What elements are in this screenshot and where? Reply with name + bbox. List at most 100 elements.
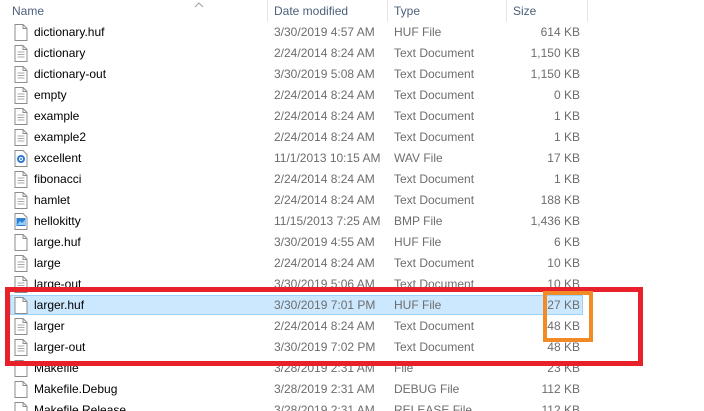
- file-list: dictionary.huf 3/30/2019 4:57 AM HUF File 6…: [0, 22, 704, 411]
- file-size: 10 KB: [547, 277, 580, 291]
- file-date-modified: 2/24/2014 8:24 AM: [274, 46, 375, 60]
- file-type: File: [394, 361, 414, 375]
- file-date-modified: 3/28/2019 2:31 AM: [274, 403, 375, 411]
- file-row[interactable]: dictionary.huf 3/30/2019 4:57 AM HUF File 6…: [0, 22, 704, 43]
- file-name[interactable]: large.huf: [34, 232, 81, 253]
- file-name[interactable]: hamlet: [34, 190, 70, 211]
- file-name[interactable]: fibonacci: [34, 169, 81, 190]
- file-row[interactable]: dictionary 2/24/2014 8:24 AM Text Document…: [0, 43, 704, 64]
- column-header-name[interactable]: Name: [12, 0, 44, 22]
- file-row[interactable]: hellokitty 11/15/2013 7:25 AM BMP File 1,43…: [0, 211, 704, 232]
- column-divider[interactable]: [587, 0, 588, 22]
- file-name[interactable]: dictionary-out: [34, 64, 106, 85]
- sort-ascending-icon: [194, 2, 204, 8]
- file-type: BMP File: [394, 214, 443, 228]
- file-row[interactable]: large 2/24/2014 8:24 AM Text Document 10 KB: [0, 253, 704, 274]
- file-name[interactable]: larger: [34, 316, 65, 337]
- column-header-date-modified[interactable]: Date modified: [274, 0, 348, 22]
- file-row[interactable]: large.huf 3/30/2019 4:55 AM HUF File 6 KB: [0, 232, 704, 253]
- file-row[interactable]: larger-out 3/30/2019 7:02 PM Text Document…: [0, 337, 704, 358]
- file-row[interactable]: larger 2/24/2014 8:24 AM Text Document 48 K…: [0, 316, 704, 337]
- file-name[interactable]: hellokitty: [34, 211, 81, 232]
- column-header-type[interactable]: Type: [394, 0, 420, 22]
- text-document-icon: [14, 66, 28, 83]
- file-type: Text Document: [394, 130, 475, 144]
- file-date-modified: 3/30/2019 7:02 PM: [274, 340, 376, 354]
- file-name[interactable]: empty: [34, 85, 67, 106]
- file-row[interactable]: example2 2/24/2014 8:24 AM Text Document 1 …: [0, 127, 704, 148]
- file-size: 10 KB: [547, 256, 580, 270]
- file-size: 1,150 KB: [530, 46, 580, 60]
- file-date-modified: 2/24/2014 8:24 AM: [274, 319, 375, 333]
- text-document-icon: [14, 318, 28, 335]
- file-row[interactable]: fibonacci 2/24/2014 8:24 AM Text Document 1…: [0, 169, 704, 190]
- column-header-size[interactable]: Size: [513, 0, 536, 22]
- file-size: 188 KB: [540, 193, 580, 207]
- file-type: WAV File: [394, 151, 443, 165]
- file-size: 17 KB: [547, 151, 580, 165]
- file-date-modified: 11/1/2013 10:15 AM: [274, 151, 381, 165]
- file-row[interactable]: Makefile 3/28/2019 2:31 AM File 23 KB: [0, 358, 704, 379]
- file-date-modified: 3/28/2019 2:31 AM: [274, 361, 375, 375]
- file-row[interactable]: excellent 11/1/2013 10:15 AM WAV File 17 KB: [0, 148, 704, 169]
- text-document-icon: [14, 87, 28, 104]
- file-date-modified: 2/24/2014 8:24 AM: [274, 130, 375, 144]
- file-size: 1 KB: [553, 172, 580, 186]
- image-file-icon: [14, 213, 28, 230]
- file-name[interactable]: example: [34, 106, 79, 127]
- file-date-modified: 2/24/2014 8:24 AM: [274, 256, 375, 270]
- column-header-bar: Name Date modified Type Size: [0, 0, 704, 22]
- file-type: Text Document: [394, 256, 475, 270]
- file-date-modified: 3/30/2019 7:01 PM: [274, 298, 376, 312]
- file-name[interactable]: dictionary.huf: [34, 22, 104, 43]
- file-size: 48 KB: [547, 319, 580, 333]
- file-row[interactable]: Makefile.Release 3/28/2019 2:31 AM RELEASE…: [0, 400, 704, 411]
- file-name[interactable]: Makefile.Release: [34, 400, 126, 411]
- file-type: Text Document: [394, 193, 475, 207]
- file-name[interactable]: large: [34, 253, 61, 274]
- text-document-icon: [14, 108, 28, 125]
- file-type: Text Document: [394, 88, 475, 102]
- file-type: HUF File: [394, 235, 442, 249]
- column-divider[interactable]: [506, 0, 507, 22]
- file-size: 1,150 KB: [530, 67, 580, 81]
- file-row[interactable]: hamlet 2/24/2014 8:24 AM Text Document 188 …: [0, 190, 704, 211]
- text-document-icon: [14, 192, 28, 209]
- file-type: Text Document: [394, 46, 475, 60]
- file-name[interactable]: larger.huf: [34, 295, 84, 316]
- file-name[interactable]: example2: [34, 127, 86, 148]
- file-date-modified: 2/24/2014 8:24 AM: [274, 172, 375, 186]
- file-name[interactable]: larger-out: [34, 337, 85, 358]
- text-document-icon: [14, 339, 28, 356]
- file-name[interactable]: Makefile.Debug: [34, 379, 117, 400]
- text-document-icon: [14, 276, 28, 293]
- file-size: 112 KB: [541, 403, 580, 411]
- text-document-icon: [14, 45, 28, 62]
- file-date-modified: 2/24/2014 8:24 AM: [274, 88, 375, 102]
- column-divider[interactable]: [267, 0, 268, 22]
- file-row[interactable]: empty 2/24/2014 8:24 AM Text Document 0 KB: [0, 85, 704, 106]
- file-row[interactable]: example 2/24/2014 8:24 AM Text Document 1 K…: [0, 106, 704, 127]
- file-row[interactable]: dictionary-out 3/30/2019 5:08 AM Text Docu…: [0, 64, 704, 85]
- file-name[interactable]: dictionary: [34, 43, 85, 64]
- column-divider[interactable]: [387, 0, 388, 22]
- file-name[interactable]: excellent: [34, 148, 81, 169]
- file-name[interactable]: Makefile: [34, 358, 79, 379]
- file-row[interactable]: larger.huf 3/30/2019 7:01 PM HUF File 27 KB: [0, 295, 704, 316]
- file-type: Text Document: [394, 277, 475, 291]
- file-size: 48 KB: [547, 340, 580, 354]
- file-date-modified: 3/30/2019 5:08 AM: [274, 67, 375, 81]
- file-row[interactable]: large-out 3/30/2019 5:06 AM Text Document 1…: [0, 274, 704, 295]
- document-icon: [14, 360, 28, 377]
- file-row[interactable]: Makefile.Debug 3/28/2019 2:31 AM DEBUG Fil…: [0, 379, 704, 400]
- file-size: 27 KB: [547, 298, 580, 312]
- document-icon: [14, 297, 28, 314]
- file-date-modified: 3/30/2019 4:55 AM: [274, 235, 375, 249]
- text-document-icon: [14, 129, 28, 146]
- file-size: 1 KB: [553, 109, 580, 123]
- file-type: Text Document: [394, 67, 475, 81]
- file-name[interactable]: large-out: [34, 274, 81, 295]
- file-size: 6 KB: [553, 235, 580, 249]
- file-date-modified: 3/30/2019 5:06 AM: [274, 277, 375, 291]
- file-date-modified: 2/24/2014 8:24 AM: [274, 193, 375, 207]
